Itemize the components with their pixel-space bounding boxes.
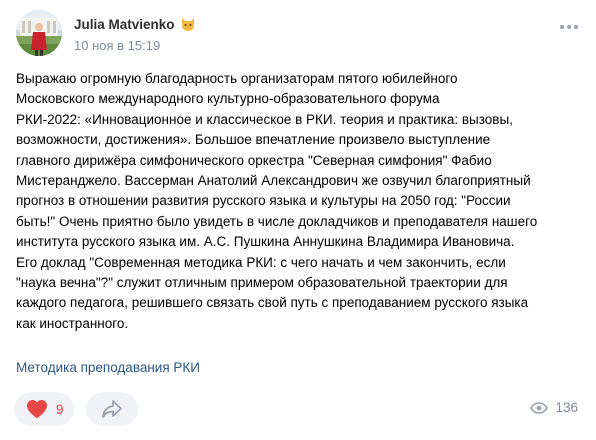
eye-icon: [530, 401, 549, 414]
post-text-line: главного дирижёра симфонического оркестр…: [16, 152, 492, 168]
post-timestamp[interactable]: 10 ноя в 15:19: [74, 38, 160, 53]
author-name[interactable]: Julia Matvienko: [74, 17, 175, 32]
more-options-button[interactable]: [556, 20, 582, 34]
post-text-line: быть!" Очень приятно было увидеть в числ…: [16, 213, 538, 229]
post-text-line: Мистеранджело. Вассерман Анатолий Алекса…: [16, 173, 531, 189]
author-name-row: Julia Matvienko: [74, 16, 196, 32]
avatar-photo: [16, 10, 62, 56]
post-text: Выражаю огромную благодарность организат…: [16, 69, 582, 334]
post-text-line: Его доклад "Современная методика РКИ: с …: [16, 254, 506, 270]
post-text-line: прогноз в отношении развития русского яз…: [16, 193, 511, 209]
post-text-line: института русского языка им. А.С. Пушкин…: [16, 234, 515, 250]
like-count: 9: [56, 401, 64, 417]
views-counter: 136: [530, 400, 578, 415]
post-text-line: как иностранного.: [16, 315, 129, 331]
post-text-line: каждого педагога, решившего связать свой…: [16, 295, 529, 311]
post-text-line: Выражаю огромную благодарность организат…: [16, 71, 458, 86]
more-horizontal-icon-dot: [567, 25, 571, 29]
post-text-line: возможности, достижения». Большое впечат…: [16, 132, 491, 148]
views-count: 136: [555, 400, 578, 415]
more-horizontal-icon-dot: [574, 25, 578, 29]
share-button[interactable]: [86, 392, 138, 426]
heart-icon: [27, 400, 47, 418]
post-text-line: "наука вечна"?" служит отличным примером…: [16, 275, 508, 291]
post-card: Julia Matvienko 10 ноя в 15:19 Выражаю о…: [0, 0, 596, 440]
post-text-line: Московского международного культурно-обр…: [16, 91, 440, 107]
author-avatar[interactable]: [16, 10, 62, 56]
more-horizontal-icon-dot: [560, 25, 564, 29]
like-button[interactable]: 9: [14, 392, 74, 426]
cat-face-icon: [181, 18, 194, 31]
share-arrow-icon: [102, 400, 122, 418]
hashtag-link[interactable]: Методика преподавания РКИ: [16, 360, 200, 375]
post-text-line: РКИ-2022: «Инновационное и классическое …: [16, 111, 513, 127]
